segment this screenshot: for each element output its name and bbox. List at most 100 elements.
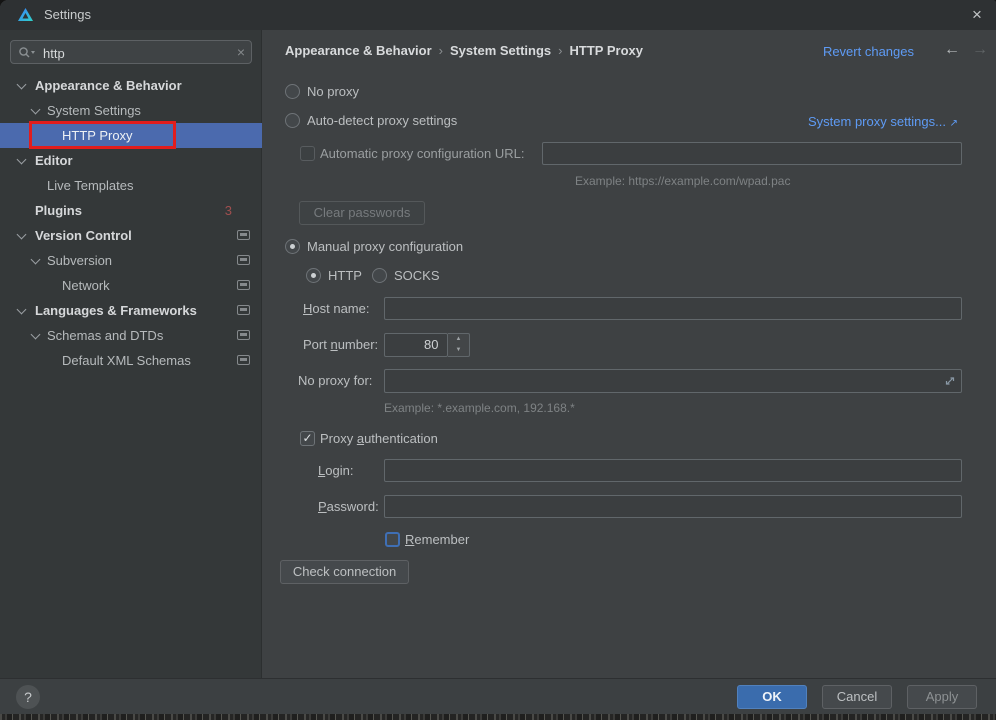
password-input[interactable] (384, 495, 962, 518)
no-proxy-for-input[interactable] (384, 369, 962, 393)
back-arrow-icon[interactable]: ← (944, 41, 960, 59)
spinner-up-icon[interactable]: ▲ (448, 334, 469, 345)
sidebar-item-label: System Settings (47, 98, 141, 123)
clear-search-icon[interactable]: × (237, 43, 245, 61)
remember-label[interactable]: Remember (405, 532, 469, 547)
breadcrumb-separator: › (551, 43, 569, 58)
expand-field-icon[interactable] (944, 375, 956, 387)
remember-checkbox[interactable] (385, 532, 400, 547)
sidebar-item-label: Appearance & Behavior (35, 73, 182, 98)
chevron-down-icon[interactable] (31, 255, 41, 265)
settings-dialog: Settings × × Appearance & Behavior (0, 0, 996, 714)
per-project-settings-icon (237, 330, 250, 340)
sidebar-item-plugins[interactable]: Plugins 3 (0, 198, 262, 223)
close-icon[interactable]: × (958, 0, 996, 30)
chevron-down-icon[interactable] (31, 330, 41, 340)
sidebar-item-label: Plugins (35, 198, 82, 223)
per-project-settings-icon (237, 355, 250, 365)
sidebar-item-default-xml-schemas[interactable]: Default XML Schemas (0, 348, 262, 373)
host-name-input[interactable] (384, 297, 962, 320)
per-project-settings-icon (237, 280, 250, 290)
spinner-down-icon[interactable]: ▼ (448, 345, 469, 356)
no-proxy-for-label: No proxy for: (298, 373, 372, 388)
login-input[interactable] (384, 459, 962, 482)
system-proxy-settings-link[interactable]: System proxy settings... ↗ (808, 114, 958, 129)
dialog-footer: ? OK Cancel Apply (0, 678, 996, 714)
apply-button[interactable]: Apply (907, 685, 977, 709)
cancel-button[interactable]: Cancel (822, 685, 892, 709)
sidebar-item-languages-frameworks[interactable]: Languages & Frameworks (0, 298, 262, 323)
sidebar-item-label: Languages & Frameworks (35, 298, 197, 323)
no-proxy-for-example: Example: *.example.com, 192.168.* (384, 401, 575, 415)
per-project-settings-icon (237, 255, 250, 265)
desktop-artifact-strip (0, 714, 996, 720)
sidebar-item-http-proxy[interactable]: HTTP Proxy (0, 123, 262, 148)
http-radio-label[interactable]: HTTP (328, 268, 362, 283)
auto-config-url-input[interactable] (542, 142, 962, 165)
help-icon[interactable]: ? (16, 685, 40, 709)
proxy-authentication-label[interactable]: Proxy authentication (320, 431, 438, 446)
sidebar-item-editor[interactable]: Editor (0, 148, 262, 173)
forward-arrow-icon: → (972, 41, 988, 59)
title-bar: Settings × (0, 0, 996, 31)
breadcrumb-item[interactable]: Appearance & Behavior (285, 43, 432, 58)
login-label: Login: (318, 463, 353, 478)
sidebar-item-appearance-behavior[interactable]: Appearance & Behavior (0, 73, 262, 98)
search-field[interactable]: × (10, 40, 252, 64)
no-proxy-radio[interactable] (285, 84, 300, 99)
auto-detect-label[interactable]: Auto-detect proxy settings (307, 113, 457, 128)
sidebar-item-network[interactable]: Network (0, 273, 262, 298)
ok-button[interactable]: OK (737, 685, 807, 709)
auto-config-url-checkbox[interactable] (300, 146, 315, 161)
port-number-value: 80 (424, 337, 438, 352)
manual-proxy-label[interactable]: Manual proxy configuration (307, 239, 463, 254)
breadcrumb: Appearance & Behavior›System Settings›HT… (285, 43, 643, 58)
settings-tree: Appearance & Behavior System Settings HT… (0, 73, 262, 373)
chevron-down-icon[interactable] (31, 105, 41, 115)
clear-passwords-button[interactable]: Clear passwords (299, 201, 425, 225)
sidebar-item-label: Subversion (47, 248, 112, 273)
port-number-label: Port number: (303, 337, 378, 352)
sidebar-item-schemas-and-dtds[interactable]: Schemas and DTDs (0, 323, 262, 348)
sidebar-item-label: Editor (35, 148, 73, 173)
port-spinner[interactable]: ▲ ▼ (448, 333, 470, 357)
per-project-settings-icon (237, 305, 250, 315)
window-title: Settings (44, 7, 91, 22)
http-proxy-panel: Appearance & Behavior›System Settings›HT… (262, 30, 996, 678)
settings-sidebar: × Appearance & Behavior System Settings … (0, 30, 262, 678)
sidebar-item-label: Schemas and DTDs (47, 323, 163, 348)
chevron-down-icon[interactable] (17, 305, 27, 315)
chevron-down-icon[interactable] (17, 230, 27, 240)
http-radio[interactable] (306, 268, 321, 283)
sidebar-item-subversion[interactable]: Subversion (0, 248, 262, 273)
password-label: Password: (318, 499, 379, 514)
sidebar-item-live-templates[interactable]: Live Templates (0, 173, 262, 198)
app-logo-icon (17, 7, 34, 23)
sidebar-item-label: Default XML Schemas (62, 348, 191, 373)
search-input[interactable] (41, 42, 225, 64)
revert-changes-link[interactable]: Revert changes (823, 44, 914, 59)
sidebar-item-system-settings[interactable]: System Settings (0, 98, 262, 123)
socks-radio-label[interactable]: SOCKS (394, 268, 440, 283)
auto-config-url-example: Example: https://example.com/wpad.pac (575, 174, 790, 188)
host-name-label: Host name: (303, 301, 369, 316)
sidebar-item-label: Version Control (35, 223, 132, 248)
chevron-down-icon[interactable] (17, 155, 27, 165)
proxy-authentication-checkbox[interactable]: ✓ (300, 431, 315, 446)
per-project-settings-icon (237, 230, 250, 240)
external-link-icon: ↗ (950, 118, 958, 129)
check-connection-button[interactable]: Check connection (280, 560, 409, 584)
plugins-update-badge: 3 (225, 198, 232, 223)
breadcrumb-item[interactable]: System Settings (450, 43, 551, 58)
no-proxy-label[interactable]: No proxy (307, 84, 359, 99)
manual-proxy-radio[interactable] (285, 239, 300, 254)
sidebar-item-version-control[interactable]: Version Control (0, 223, 262, 248)
auto-detect-radio[interactable] (285, 113, 300, 128)
socks-radio[interactable] (372, 268, 387, 283)
sidebar-item-label: HTTP Proxy (62, 123, 133, 148)
search-icon (18, 46, 36, 59)
auto-config-url-label[interactable]: Automatic proxy configuration URL: (320, 146, 524, 161)
screen: Settings × × Appearance & Behavior (0, 0, 996, 720)
chevron-down-icon[interactable] (17, 80, 27, 90)
breadcrumb-separator: › (432, 43, 450, 58)
